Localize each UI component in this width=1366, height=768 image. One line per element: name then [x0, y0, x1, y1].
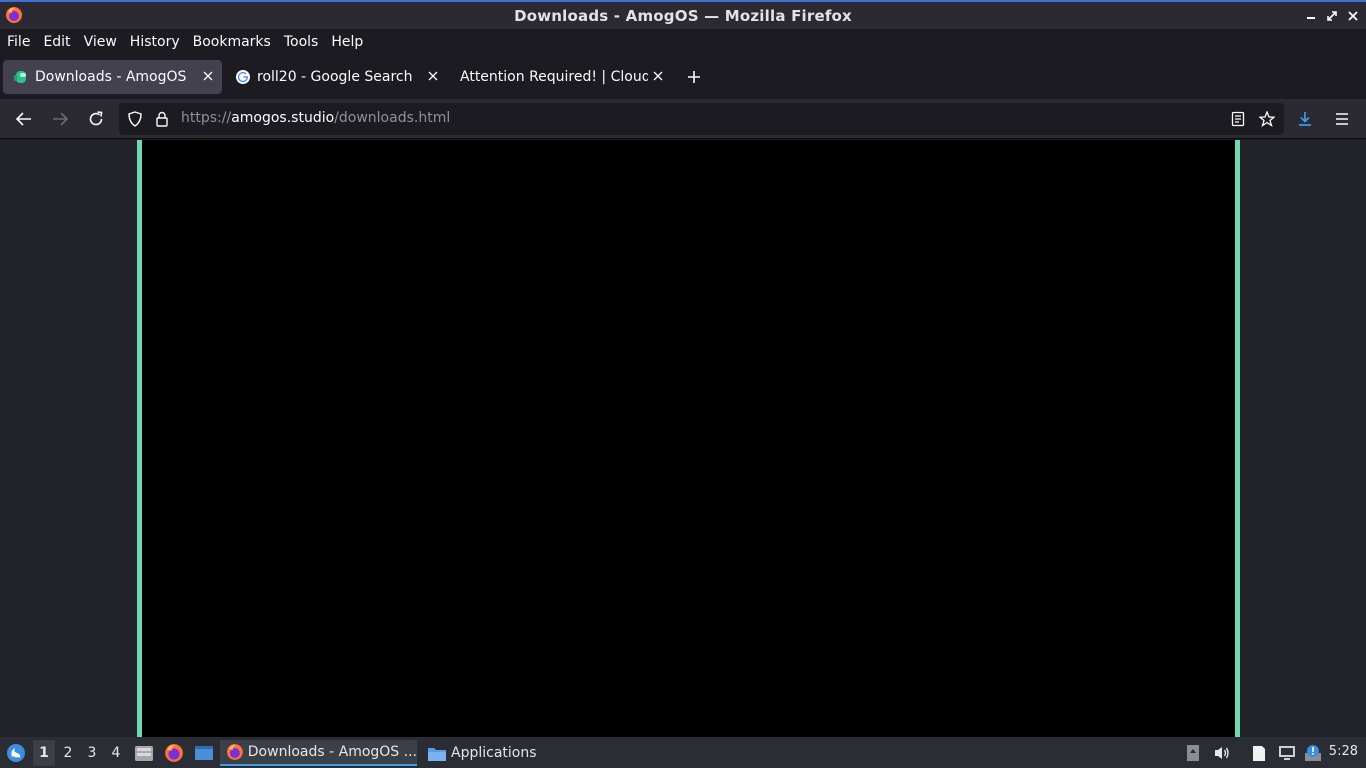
- notifications-button[interactable]: [1303, 740, 1323, 766]
- url-path: /downloads.html: [334, 110, 451, 126]
- firefox-icon: [6, 7, 22, 23]
- navigation-toolbar: https://amogos.studio/downloads.html: [0, 99, 1366, 139]
- tab-label: Downloads - AmogOS: [35, 69, 187, 85]
- menu-tools[interactable]: Tools: [284, 34, 319, 50]
- distro-logo-icon: [7, 744, 25, 762]
- close-icon: [203, 71, 213, 81]
- minimize-icon: [1307, 17, 1315, 19]
- workspace-4[interactable]: 4: [105, 740, 127, 766]
- maximize-button[interactable]: [1323, 7, 1341, 25]
- download-icon: [1299, 112, 1311, 126]
- minimize-button[interactable]: [1302, 7, 1320, 25]
- tab-label: roll20 - Google Search: [257, 69, 413, 85]
- firefox-icon: [226, 744, 243, 760]
- forward-button[interactable]: [49, 108, 71, 130]
- speaker-icon: [1215, 747, 1229, 759]
- google-favicon-icon: [236, 70, 250, 84]
- taskbar: 1 2 3 4 Downloads - AmogOS ... Applicati…: [0, 737, 1366, 768]
- desktop-launcher[interactable]: [192, 740, 216, 766]
- close-icon: [1348, 11, 1358, 21]
- url-scheme: https://: [181, 110, 232, 126]
- maximize-icon: [1327, 11, 1337, 21]
- close-tab-button[interactable]: [650, 68, 666, 84]
- back-button[interactable]: [13, 108, 35, 130]
- desktop-icon: [195, 746, 213, 760]
- menu-edit[interactable]: Edit: [43, 34, 70, 50]
- task-label: Applications: [451, 745, 537, 761]
- network-icon: [1279, 746, 1295, 760]
- folder-icon: [428, 747, 446, 761]
- window-title: Downloads - AmogOS — Mozilla Firefox: [514, 6, 852, 25]
- start-menu-button[interactable]: [4, 740, 28, 766]
- firefox-launcher[interactable]: [163, 740, 185, 766]
- bookmark-star-button[interactable]: [1259, 111, 1275, 127]
- workspace-2[interactable]: 2: [57, 740, 79, 766]
- reader-view-button[interactable]: [1230, 111, 1246, 127]
- reader-view-icon: [1231, 111, 1245, 127]
- tracking-protection-button[interactable]: [127, 111, 143, 127]
- menu-history[interactable]: History: [130, 34, 180, 50]
- tab-label: Attention Required! | Cloudfl: [460, 69, 648, 85]
- notification-icon: [1305, 745, 1321, 761]
- tab-strip: Downloads - AmogOS roll20 - Google Searc…: [0, 54, 1366, 99]
- new-tab-button[interactable]: [683, 66, 705, 88]
- tab-downloads-amogos[interactable]: Downloads - AmogOS: [3, 60, 222, 94]
- menu-view[interactable]: View: [84, 34, 117, 50]
- network-button[interactable]: [1277, 740, 1297, 766]
- clipboard-icon: [1253, 746, 1265, 761]
- star-icon: [1259, 111, 1275, 127]
- arrow-left-icon: [15, 112, 31, 126]
- close-icon: [653, 71, 663, 81]
- task-applications-window[interactable]: Applications: [421, 740, 551, 766]
- volume-button[interactable]: [1212, 740, 1232, 766]
- plus-icon: [688, 71, 700, 83]
- lock-icon: [156, 111, 168, 127]
- hamburger-menu-icon: [1336, 113, 1348, 125]
- close-tab-button[interactable]: [200, 68, 216, 84]
- menu-help[interactable]: Help: [331, 34, 363, 50]
- file-cabinet-icon: [135, 746, 153, 761]
- reload-button[interactable]: [85, 108, 107, 130]
- clock[interactable]: 5:28: [1329, 744, 1358, 759]
- downloads-button[interactable]: [1294, 108, 1316, 130]
- shield-icon: [128, 111, 142, 127]
- chevron-up-icon: [1187, 745, 1199, 761]
- amogos-favicon-icon: [14, 71, 26, 83]
- workspace-1[interactable]: 1: [33, 740, 55, 766]
- task-label: Downloads - AmogOS ...: [247, 744, 417, 760]
- window-titlebar[interactable]: Downloads - AmogOS — Mozilla Firefox: [0, 0, 1366, 29]
- menu-file[interactable]: File: [7, 34, 30, 50]
- file-manager-launcher[interactable]: [133, 740, 155, 766]
- app-menu-button[interactable]: [1331, 108, 1353, 130]
- url-bar[interactable]: https://amogos.studio/downloads.html: [119, 103, 1284, 135]
- site-info-button[interactable]: [154, 111, 170, 127]
- arrow-right-icon: [53, 112, 69, 126]
- task-firefox-window[interactable]: Downloads - AmogOS ...: [220, 740, 417, 766]
- menu-bar: File Edit View History Bookmarks Tools H…: [0, 29, 1366, 54]
- url-text[interactable]: https://amogos.studio/downloads.html: [181, 110, 450, 126]
- page-content[interactable]: [0, 140, 1366, 737]
- close-window-button[interactable]: [1344, 7, 1362, 25]
- tab-roll20-search[interactable]: roll20 - Google Search: [225, 60, 447, 94]
- url-host: amogos.studio: [231, 110, 335, 126]
- menu-bookmarks[interactable]: Bookmarks: [193, 34, 271, 50]
- reload-icon: [89, 111, 103, 126]
- tab-cloudflare[interactable]: Attention Required! | Cloudfl: [450, 60, 672, 94]
- clipboard-button[interactable]: [1249, 740, 1269, 766]
- firefox-icon: [165, 744, 183, 762]
- page-stage: [137, 140, 1240, 737]
- close-tab-button[interactable]: [425, 68, 441, 84]
- close-icon: [428, 71, 438, 81]
- workspace-3[interactable]: 3: [81, 740, 103, 766]
- tray-expand-button[interactable]: [1184, 740, 1202, 766]
